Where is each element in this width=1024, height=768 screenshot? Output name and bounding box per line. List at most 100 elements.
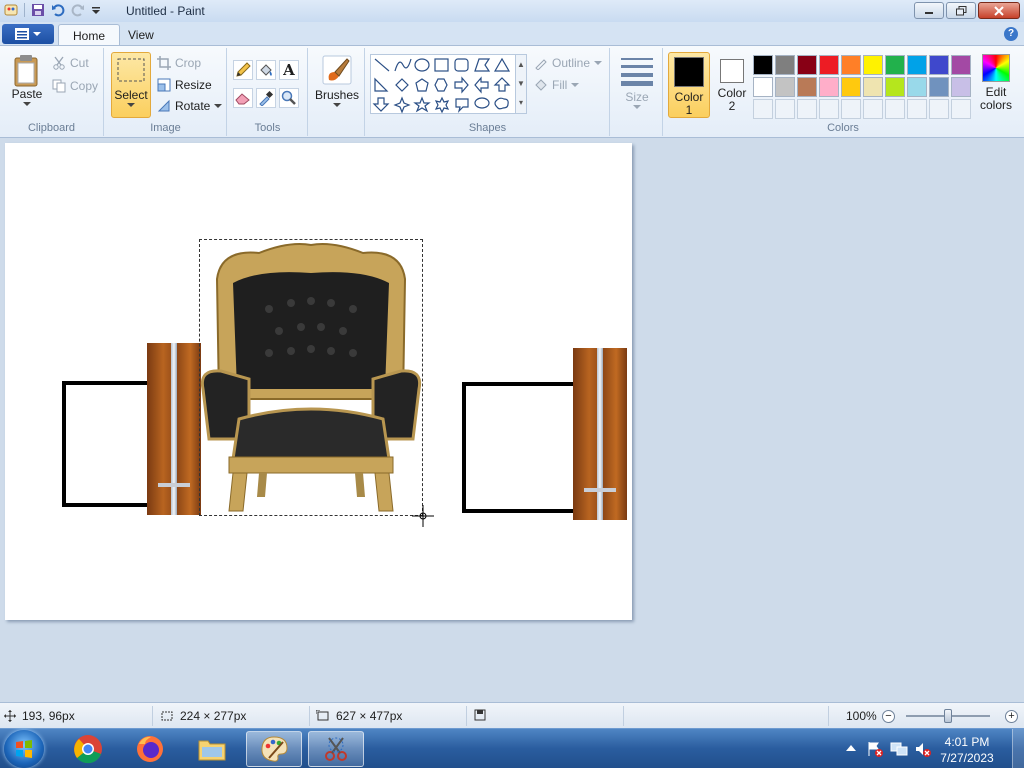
custom-color-slot[interactable]	[863, 99, 883, 119]
color-picker-icon[interactable]	[256, 88, 276, 108]
eraser-icon[interactable]	[233, 88, 253, 108]
select-button[interactable]: Select	[111, 52, 151, 118]
custom-color-slot[interactable]	[819, 99, 839, 119]
color-swatch[interactable]	[841, 77, 861, 97]
color-swatch[interactable]	[775, 55, 795, 75]
custom-color-slot[interactable]	[885, 99, 905, 119]
crop-button[interactable]: Crop	[157, 56, 201, 70]
color-swatch[interactable]	[775, 77, 795, 97]
color-swatch[interactable]	[863, 77, 883, 97]
edit-colors-button[interactable]: Edit colors	[976, 54, 1016, 112]
show-desktop-button[interactable]	[1012, 729, 1024, 768]
color-swatch[interactable]	[753, 77, 773, 97]
zoom-in-button[interactable]: +	[1005, 710, 1018, 723]
color-swatch[interactable]	[797, 55, 817, 75]
taskbar-file-explorer[interactable]	[184, 731, 240, 767]
customize-toolbar-icon[interactable]	[91, 3, 105, 17]
file-size	[474, 709, 486, 721]
color-swatch[interactable]	[753, 55, 773, 75]
resize-button[interactable]: Resize	[157, 78, 212, 92]
color-swatch[interactable]	[819, 55, 839, 75]
custom-color-slot[interactable]	[929, 99, 949, 119]
edit-colors-label-2: colors	[979, 98, 1012, 112]
left-rectangle-shape	[62, 381, 152, 507]
taskbar-paint[interactable]	[246, 731, 302, 767]
action-center-flag-icon[interactable]	[866, 740, 884, 758]
color-swatch[interactable]	[885, 55, 905, 75]
show-hidden-icons-icon[interactable]	[846, 744, 856, 752]
pencil-icon[interactable]	[233, 60, 253, 80]
size-label: Size	[625, 90, 649, 104]
fill-bucket-icon[interactable]	[256, 60, 276, 80]
left-arrow-shape	[474, 76, 489, 94]
magnifier-icon[interactable]	[279, 88, 299, 108]
copy-icon	[52, 79, 66, 93]
help-icon[interactable]: ?	[1004, 27, 1018, 41]
fill-button[interactable]: Fill	[534, 78, 580, 92]
color-swatch[interactable]	[907, 77, 927, 97]
save-icon[interactable]	[31, 3, 45, 17]
color-swatch[interactable]	[885, 77, 905, 97]
custom-color-slot[interactable]	[951, 99, 971, 119]
color-swatch[interactable]	[797, 77, 817, 97]
sword-hilt	[157, 483, 191, 487]
color-swatch[interactable]	[907, 55, 927, 75]
size-button[interactable]: Size	[619, 54, 655, 110]
custom-color-slot[interactable]	[907, 99, 927, 119]
taskbar-chrome[interactable]	[60, 731, 116, 767]
undo-icon[interactable]	[51, 3, 65, 17]
paste-button[interactable]: Paste	[6, 54, 48, 107]
volume-muted-icon[interactable]	[914, 740, 932, 758]
zoom-slider-thumb[interactable]	[944, 709, 952, 723]
zoom-level-text: 100%	[846, 709, 877, 723]
paint-app-icon[interactable]	[4, 3, 18, 17]
network-icon[interactable]	[890, 740, 908, 758]
clock-time: 4:01 PM	[944, 735, 990, 749]
close-button[interactable]	[978, 2, 1020, 19]
color-swatch[interactable]	[863, 55, 883, 75]
tab-view[interactable]: View	[114, 24, 168, 46]
taskbar-snipping-tool[interactable]	[308, 731, 364, 767]
right-rectangle-shape	[462, 382, 582, 513]
color-swatch[interactable]	[951, 77, 971, 97]
diamond-shape	[395, 78, 409, 92]
color-swatch[interactable]	[841, 55, 861, 75]
brushes-button[interactable]: Brushes	[315, 54, 359, 108]
file-menu-button[interactable]	[2, 24, 54, 44]
tab-home[interactable]: Home	[58, 24, 121, 46]
custom-color-slot[interactable]	[797, 99, 817, 119]
crosshair-cursor-icon	[412, 505, 434, 527]
drawing-canvas[interactable]	[5, 143, 632, 620]
shapes-scroll[interactable]: ▲ ▼ ▾	[515, 54, 527, 114]
restore-button[interactable]	[946, 2, 976, 19]
custom-color-slot[interactable]	[775, 99, 795, 119]
zoom-out-button[interactable]: −	[882, 710, 895, 723]
rotate-button[interactable]: Rotate	[157, 99, 223, 113]
color-swatch[interactable]	[951, 55, 971, 75]
left-sword-image	[147, 343, 201, 515]
copy-button[interactable]: Copy	[52, 79, 98, 93]
clock[interactable]: 4:01 PM 7/27/2023	[932, 734, 1002, 766]
text-tool-icon[interactable]: A	[279, 60, 299, 80]
curve-shape	[394, 58, 412, 72]
color-swatch[interactable]	[819, 77, 839, 97]
chevron-down-icon	[127, 103, 135, 107]
color-swatch[interactable]	[929, 77, 949, 97]
custom-color-slot[interactable]	[841, 99, 861, 119]
custom-color-slot[interactable]	[753, 99, 773, 119]
start-button[interactable]	[4, 730, 44, 768]
color2-button[interactable]: Color 2	[714, 56, 750, 113]
minimize-button[interactable]	[914, 2, 944, 19]
taskbar-firefox[interactable]	[122, 731, 178, 767]
chevron-down-icon	[633, 105, 641, 109]
color-swatch[interactable]	[929, 55, 949, 75]
canvas-workspace[interactable]	[0, 138, 1024, 702]
color1-button[interactable]: Color 1	[668, 52, 710, 118]
cut-button[interactable]: Cut	[52, 56, 89, 70]
selection-marquee[interactable]	[199, 239, 423, 516]
tools-group: A Tools	[228, 48, 308, 136]
taskbar: 4:01 PM 7/27/2023	[0, 728, 1024, 768]
redo-icon[interactable]	[71, 3, 85, 17]
selection-size: 224 × 277px	[160, 709, 246, 723]
outline-button[interactable]: Outline	[534, 56, 603, 70]
